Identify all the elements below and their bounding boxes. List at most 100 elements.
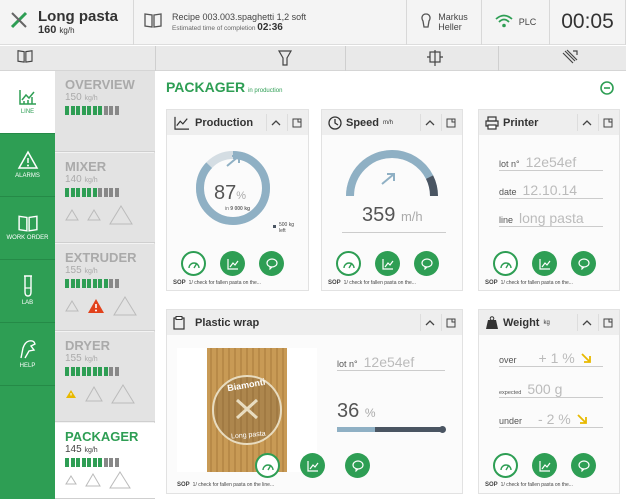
- main-panel: PACKAGER in production Production 87% in …: [156, 71, 626, 499]
- level-bar: [98, 279, 102, 288]
- card-header: Plastic wrap: [167, 310, 462, 335]
- gauge-button[interactable]: [181, 251, 206, 276]
- stage-alerts: [65, 296, 155, 316]
- chat-button[interactable]: [571, 453, 596, 478]
- press-tab-icon[interactable]: [420, 49, 450, 67]
- window-icon: [603, 118, 612, 127]
- date-field: date 12.10.14: [499, 182, 603, 199]
- triangle-outline-icon: [85, 473, 101, 487]
- collapse-card-button[interactable]: [577, 314, 595, 331]
- triangle-outline-icon: [109, 471, 131, 489]
- packager-tab-icon[interactable]: [555, 49, 585, 67]
- arrow-down-right-icon: [581, 353, 591, 363]
- sop-note[interactable]: SOP 1/ check for fallen pasta on the...: [328, 280, 416, 286]
- collapse-card-button[interactable]: [420, 314, 438, 331]
- stage-level-bars: [65, 188, 155, 197]
- chevron-up-icon: [271, 119, 280, 125]
- gauge-icon: [187, 261, 200, 268]
- chart-button[interactable]: [532, 251, 557, 276]
- recipe-info[interactable]: Recipe 003.003.spaghetti 1,2 soft Estima…: [134, 0, 407, 45]
- top-bar: Long pasta 160 kg/h Recipe 003.003.spagh…: [0, 0, 626, 45]
- plastic-percent: 36 %: [337, 400, 376, 422]
- collapse-card-button[interactable]: [577, 114, 595, 131]
- stage-alerts: [65, 471, 155, 489]
- nav-label: HELP: [19, 363, 36, 369]
- card-header: Speed m/h: [322, 110, 462, 135]
- nav-item-help[interactable]: HELP: [0, 323, 55, 386]
- level-bar: [87, 458, 91, 467]
- arrow-down-right-icon: [577, 414, 587, 424]
- nav-item-alarms[interactable]: ALARMS: [0, 134, 55, 197]
- user-icon: [420, 13, 432, 31]
- level-bar: [65, 367, 69, 376]
- level-bar: [70, 106, 75, 115]
- book-tab-icon[interactable]: [10, 49, 40, 63]
- expand-card-button[interactable]: [287, 114, 305, 131]
- trend-icon: [306, 460, 318, 472]
- chart-button[interactable]: [375, 251, 400, 276]
- card-title: Plastic wrap: [195, 316, 260, 329]
- product-summary[interactable]: Long pasta 160 kg/h: [0, 0, 134, 45]
- stage-dryer[interactable]: DRYER 155 kg/h: [55, 332, 155, 422]
- chat-button[interactable]: [571, 251, 596, 276]
- product-rate: 160 kg/h: [38, 23, 75, 36]
- stage-mixer[interactable]: MIXER 140 kg/h: [55, 153, 155, 243]
- gauge-icon: [261, 463, 274, 470]
- clock-icon: [328, 115, 342, 130]
- gauge-button[interactable]: [255, 453, 280, 478]
- sop-note[interactable]: SOP 1/ check for fallen pasta on the...: [173, 280, 261, 286]
- gauge-button[interactable]: [493, 251, 518, 276]
- sop-note[interactable]: SOP 1/ check for fallen pasta on the...: [485, 482, 573, 488]
- nav-item-work-order[interactable]: WORK ORDER: [0, 197, 55, 260]
- level-bar: [76, 188, 80, 197]
- collapse-card-button[interactable]: [266, 114, 284, 131]
- stage-overview[interactable]: OVERVIEW 150 kg/h: [55, 71, 155, 152]
- chat-icon: [265, 257, 278, 270]
- speed-value: 359 m/h: [362, 204, 423, 226]
- chart-button[interactable]: [220, 251, 245, 276]
- expand-card-button[interactable]: [598, 114, 616, 131]
- funnel-tab-icon[interactable]: [270, 49, 300, 67]
- production-card: Production 87% in 9 000 kg 500 kg left SO…: [166, 109, 309, 291]
- gauge-button[interactable]: [493, 453, 518, 478]
- trend-icon: [226, 258, 238, 270]
- expand-card-button[interactable]: [441, 114, 459, 131]
- expand-card-button[interactable]: [441, 314, 459, 331]
- gauge-button[interactable]: [336, 251, 361, 276]
- sop-note[interactable]: SOP 1/ check for fallen pasta on the...: [485, 280, 573, 286]
- chart-button[interactable]: [532, 453, 557, 478]
- user-menu[interactable]: Markus Heller: [407, 0, 482, 45]
- card-title: Production: [195, 116, 254, 129]
- nav-item-line[interactable]: LINE: [0, 71, 55, 134]
- plc-status[interactable]: PLC: [482, 0, 550, 45]
- expand-card-button[interactable]: [598, 314, 616, 331]
- stage-rate: 140 kg/h: [65, 174, 98, 185]
- nav-item-lab[interactable]: LAB: [0, 260, 55, 323]
- stage-name: MIXER: [65, 159, 107, 174]
- chart-button[interactable]: [300, 453, 325, 478]
- minus-circle-icon: [600, 81, 614, 95]
- chat-button[interactable]: [345, 453, 370, 478]
- stage-packager[interactable]: PACKAGER 145 kg/h: [55, 423, 155, 499]
- level-bar: [76, 458, 80, 467]
- window-icon: [446, 318, 455, 327]
- lot-field: lot n° 12e54ef: [499, 154, 603, 171]
- collapse-button[interactable]: [600, 81, 614, 100]
- sop-note[interactable]: SOP 1/ check for fallen pasta on the line…: [177, 482, 274, 488]
- hand-icon: [19, 340, 36, 359]
- triangle-outline-icon: [111, 384, 135, 404]
- level-bar: [81, 188, 86, 197]
- under-field: under - 2 %: [499, 411, 603, 428]
- card-actions: [255, 453, 370, 478]
- window-icon: [292, 118, 301, 127]
- chat-button[interactable]: [259, 251, 284, 276]
- triangle-outline-icon: [65, 209, 79, 221]
- level-bar: [65, 458, 69, 467]
- collapse-card-button[interactable]: [420, 114, 438, 131]
- chat-button[interactable]: [414, 251, 439, 276]
- stage-extruder[interactable]: EXTRUDER 155 kg/h: [55, 244, 155, 331]
- level-bar: [114, 458, 119, 467]
- chat-icon: [351, 459, 364, 472]
- level-bar: [65, 106, 69, 115]
- level-bar: [92, 279, 97, 288]
